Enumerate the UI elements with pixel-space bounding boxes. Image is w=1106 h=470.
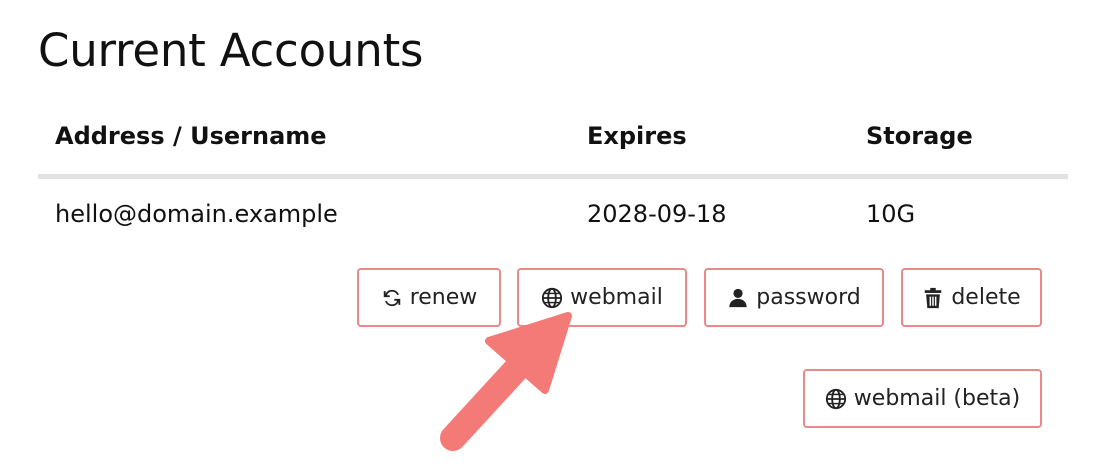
account-address: hello@domain.example <box>55 200 338 228</box>
page-title: Current Accounts <box>38 24 424 77</box>
user-icon <box>727 287 749 309</box>
webmail-button[interactable]: webmail <box>517 268 687 327</box>
trash-icon <box>922 287 944 309</box>
delete-label: delete <box>951 285 1021 310</box>
globe-icon <box>541 287 563 309</box>
renew-label: renew <box>409 285 478 310</box>
webmail-beta-label: webmail (beta) <box>853 386 1021 411</box>
account-expires: 2028-09-18 <box>587 200 727 228</box>
column-header-address: Address / Username <box>55 122 327 150</box>
webmail-label: webmail <box>570 285 663 310</box>
renew-button[interactable]: renew <box>357 268 501 327</box>
column-header-storage: Storage <box>866 122 973 150</box>
globe-icon <box>825 388 847 410</box>
password-button[interactable]: password <box>704 268 884 327</box>
account-storage: 10G <box>866 200 916 228</box>
delete-button[interactable]: delete <box>901 268 1042 327</box>
refresh-icon <box>381 287 403 309</box>
column-header-expires: Expires <box>587 122 687 150</box>
table-header-divider <box>38 174 1068 179</box>
password-label: password <box>756 285 861 310</box>
webmail-beta-button[interactable]: webmail (beta) <box>803 369 1042 428</box>
